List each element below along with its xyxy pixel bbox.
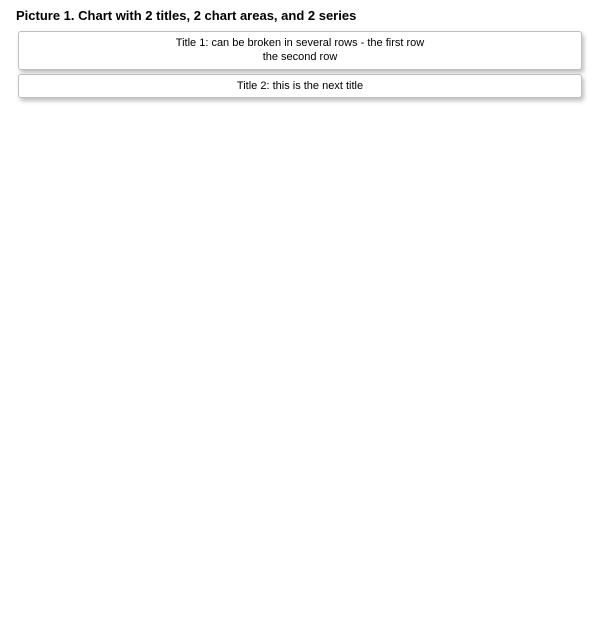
chart-title-1-line1: Title 1: can be broken in several rows -… <box>25 36 575 50</box>
chart-title-1: Title 1: can be broken in several rows -… <box>18 31 582 70</box>
chart-title-1-line2: the second row <box>25 50 575 64</box>
figure-caption: Picture 1. Chart with 2 titles, 2 chart … <box>0 0 600 27</box>
chart-title-2: Title 2: this is the next title <box>18 74 582 98</box>
